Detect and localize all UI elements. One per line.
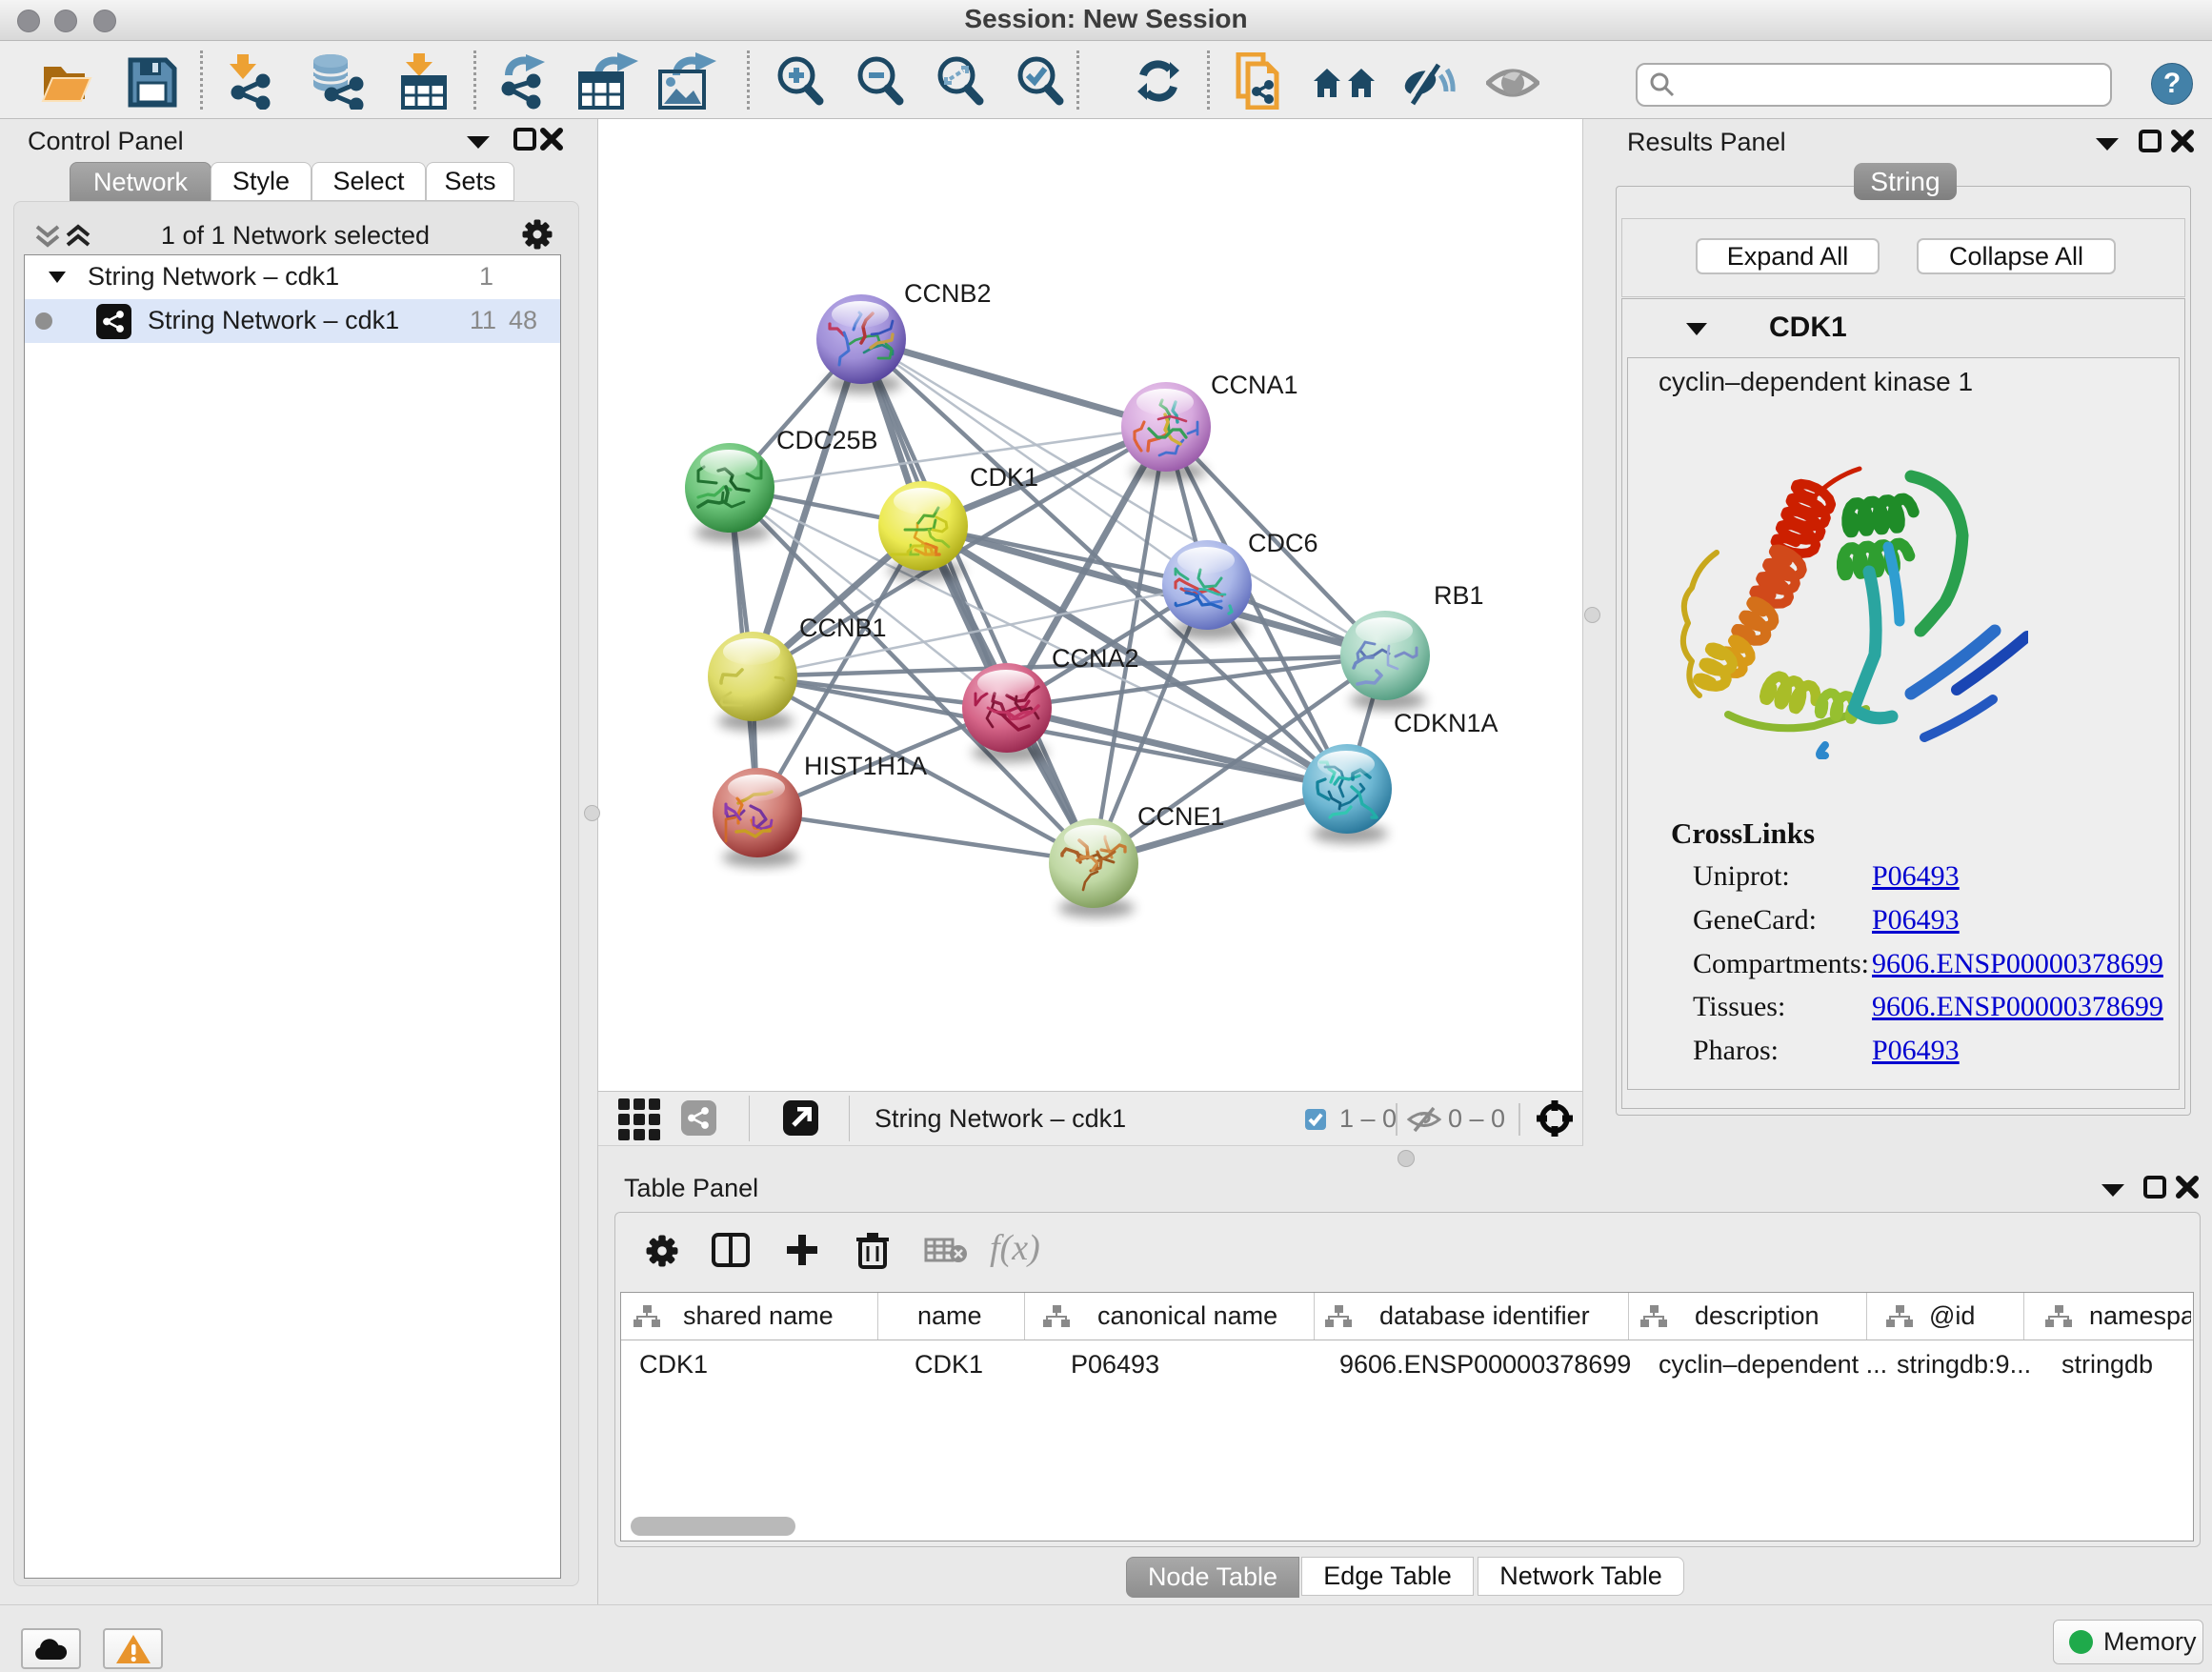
- svg-text:CCNE1: CCNE1: [1137, 802, 1225, 831]
- svg-text:RB1: RB1: [1434, 581, 1484, 610]
- svg-text:CDKN1A: CDKN1A: [1394, 709, 1498, 737]
- svg-text:CDC25B: CDC25B: [776, 426, 878, 454]
- svg-text:CCNB2: CCNB2: [904, 279, 992, 308]
- svg-text:CCNA1: CCNA1: [1211, 371, 1298, 399]
- svg-text:CCNA2: CCNA2: [1052, 644, 1139, 673]
- svg-text:CCNB1: CCNB1: [799, 614, 887, 642]
- svg-text:CDC6: CDC6: [1248, 529, 1318, 557]
- svg-text:HIST1H1A: HIST1H1A: [804, 752, 927, 780]
- svg-text:CDK1: CDK1: [970, 463, 1038, 492]
